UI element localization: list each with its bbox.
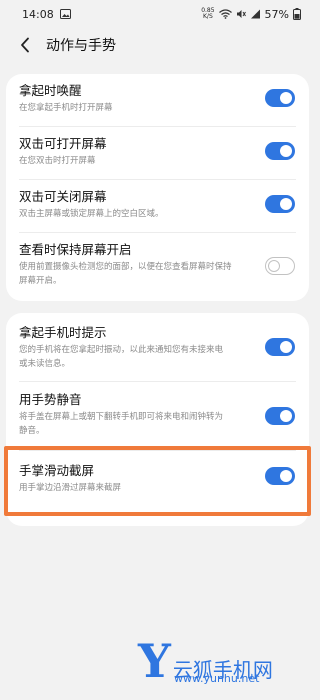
wifi-icon xyxy=(218,9,232,19)
setting-description: 将手盖在屏幕上或朝下翻转手机即可将来电和闹钟转为 静音。 xyxy=(19,412,224,436)
setting-row-double-tap-on[interactable]: 双击可打开屏幕 在您双击时打开屏幕 xyxy=(6,127,309,179)
double-tap-on-toggle[interactable] xyxy=(265,142,295,160)
smart-stay-toggle[interactable] xyxy=(265,257,295,275)
battery-icon xyxy=(293,8,301,20)
setting-title: 用手势静音 xyxy=(19,392,82,407)
status-time: 14:08 xyxy=(22,7,54,21)
gesture-mute-toggle[interactable] xyxy=(265,407,295,425)
smart-alert-toggle[interactable] xyxy=(265,338,295,356)
setting-description: 在您拿起手机时打开屏幕 xyxy=(19,103,113,113)
setting-description: 双击主屏幕或锁定屏幕上的空白区域。 xyxy=(19,209,164,219)
setting-title: 手掌滑动截屏 xyxy=(19,463,95,478)
status-bar: 14:08 0.85 K/S 57% xyxy=(0,0,315,28)
app-header: 动作与手势 xyxy=(0,28,315,62)
setting-row-smart-alert[interactable]: 拿起手机时提示 您的手机将在您拿起时振动，以此来通知您有未接来电 或未读信息。 xyxy=(6,313,309,381)
net-speed: 0.85 K/S xyxy=(201,7,215,20)
setting-title: 拿起手机时提示 xyxy=(19,325,107,340)
setting-title: 双击可打开屏幕 xyxy=(19,136,107,151)
setting-description: 您的手机将在您拿起时振动，以此来通知您有未接来电 或未读信息。 xyxy=(19,345,224,369)
watermark-letter: Y xyxy=(138,634,171,688)
setting-row-gesture-mute[interactable]: 用手势静音 将手盖在屏幕上或朝下翻转手机即可将来电和闹钟转为 静音。 xyxy=(6,382,309,450)
setting-description: 使用前置摄像头检测您的面部，以便在您查看屏幕时保持 屏幕开启。 xyxy=(19,262,232,286)
signal-icon xyxy=(250,9,261,19)
battery-percent: 57% xyxy=(264,7,289,21)
setting-row-smart-stay[interactable]: 查看时保持屏幕开启 使用前置摄像头检测您的面部，以便在您查看屏幕时保持 屏幕开启… xyxy=(6,233,309,301)
setting-row-palm-swipe-capture[interactable]: 手掌滑动截屏 用手掌边沿滑过屏幕来截屏 xyxy=(6,451,309,513)
setting-title: 双击可关闭屏幕 xyxy=(19,189,107,204)
setting-description: 在您双击时打开屏幕 xyxy=(19,156,96,166)
setting-title: 拿起时唤醒 xyxy=(19,83,82,98)
settings-group-2: 拿起手机时提示 您的手机将在您拿起时振动，以此来通知您有未接来电 或未读信息。 … xyxy=(6,313,309,526)
back-button[interactable] xyxy=(14,34,36,56)
setting-row-double-tap-off[interactable]: 双击可关闭屏幕 双击主屏幕或锁定屏幕上的空白区域。 xyxy=(6,180,309,232)
palm-swipe-capture-toggle[interactable] xyxy=(265,467,295,485)
double-tap-off-toggle[interactable] xyxy=(265,195,295,213)
chevron-left-icon xyxy=(21,37,29,53)
page-title: 动作与手势 xyxy=(46,38,116,54)
setting-title: 查看时保持屏幕开启 xyxy=(19,242,132,257)
lift-to-wake-toggle[interactable] xyxy=(265,89,295,107)
settings-group-1: 拿起时唤醒 在您拿起手机时打开屏幕 双击可打开屏幕 在您双击时打开屏幕 双击可关… xyxy=(6,74,309,301)
gallery-notification-icon xyxy=(59,9,71,19)
setting-description: 用手掌边沿滑过屏幕来截屏 xyxy=(19,483,122,493)
watermark-logo: Y 云狐手机网 www.yunhu.net xyxy=(138,638,313,700)
mute-icon xyxy=(236,9,246,19)
watermark-url: www.yunhu.net xyxy=(174,672,260,685)
setting-row-lift-to-wake[interactable]: 拿起时唤醒 在您拿起手机时打开屏幕 xyxy=(6,74,309,126)
